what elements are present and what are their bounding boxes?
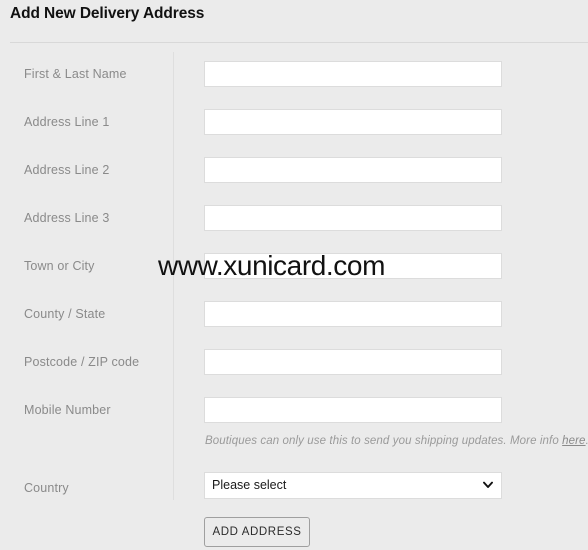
form-row-country: Country Please select	[0, 460, 588, 510]
field-wrap-address-line-3	[204, 205, 502, 231]
form-row-postcode-zip: Postcode / ZIP code	[0, 338, 588, 386]
label-county-state: County / State	[24, 307, 106, 321]
field-wrap-county-state	[204, 301, 502, 327]
field-wrap-address-line-2	[204, 157, 502, 183]
label-address-line-1: Address Line 1	[24, 115, 110, 129]
add-address-button[interactable]: ADD ADDRESS	[204, 517, 310, 547]
form-actions: ADD ADDRESS	[0, 510, 588, 550]
address-line-3-input[interactable]	[204, 205, 502, 231]
field-wrap-first-last-name	[204, 61, 502, 87]
form-row-address-line-2: Address Line 2	[0, 146, 588, 194]
field-wrap-address-line-1	[204, 109, 502, 135]
label-address-line-2: Address Line 2	[24, 163, 110, 177]
form-row-town-or-city: Town or City	[0, 242, 588, 290]
field-wrap-postcode-zip	[204, 349, 502, 375]
address-line-2-input[interactable]	[204, 157, 502, 183]
label-country: Country	[24, 481, 69, 495]
form-row-address-line-1: Address Line 1	[0, 98, 588, 146]
page-title: Add New Delivery Address	[10, 5, 205, 22]
town-or-city-input[interactable]	[204, 253, 502, 279]
label-town-or-city: Town or City	[24, 259, 95, 273]
mobile-helper-text: Boutiques can only use this to send you …	[205, 435, 588, 447]
form-row-first-last-name: First & Last Name	[0, 50, 588, 98]
header-divider	[10, 42, 588, 43]
label-mobile-number: Mobile Number	[24, 403, 111, 417]
postcode-zip-input[interactable]	[204, 349, 502, 375]
county-state-input[interactable]	[204, 301, 502, 327]
first-last-name-input[interactable]	[204, 61, 502, 87]
field-wrap-mobile-number	[204, 397, 502, 423]
address-line-1-input[interactable]	[204, 109, 502, 135]
form-row-mobile-number: Mobile Number	[0, 386, 588, 434]
label-first-last-name: First & Last Name	[24, 67, 127, 81]
mobile-helper-sentence: Boutiques can only use this to send you …	[205, 435, 563, 447]
field-wrap-town-or-city	[204, 253, 502, 279]
form-row-county-state: County / State	[0, 290, 588, 338]
country-select[interactable]: Please select	[204, 472, 502, 499]
add-delivery-address-page: Add New Delivery Address First & Last Na…	[0, 0, 588, 547]
mobile-helper-here-link[interactable]: here	[562, 435, 585, 447]
mobile-helper-row: Boutiques can only use this to send you …	[0, 434, 588, 460]
label-postcode-zip: Postcode / ZIP code	[24, 355, 140, 369]
form-row-address-line-3: Address Line 3	[0, 194, 588, 242]
label-address-line-3: Address Line 3	[24, 211, 110, 225]
mobile-number-input[interactable]	[204, 397, 502, 423]
address-form: First & Last Name Address Line 1 Address…	[0, 50, 588, 550]
country-select-wrap: Please select	[204, 472, 502, 499]
